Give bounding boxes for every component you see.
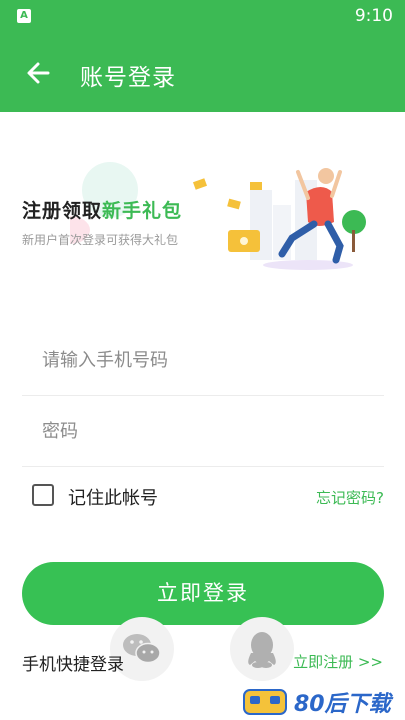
back-button[interactable] <box>22 56 56 90</box>
page-title: 账号登录 <box>80 65 176 91</box>
watermark-text: 80后下载 <box>294 692 391 717</box>
remember-label[interactable]: 记住此帐号 <box>68 484 158 510</box>
app-notification-icon: A <box>17 9 31 23</box>
register-link[interactable]: 立即注册 >> <box>293 651 383 672</box>
banner-title-part1: 注册领取 <box>22 200 103 222</box>
remember-checkbox[interactable] <box>32 484 54 506</box>
banner-title: 注册领取新手礼包 <box>22 196 182 223</box>
status-bar: A 9:10 <box>0 0 405 34</box>
quick-login-link[interactable]: 手机快捷登录 <box>22 650 124 675</box>
back-arrow-icon <box>27 62 50 84</box>
phone-input[interactable] <box>22 325 382 395</box>
qq-login-button[interactable] <box>230 617 294 681</box>
banner-subtitle: 新用户首次登录可获得大礼包 <box>22 233 179 247</box>
promo-banner: 注册领取新手礼包 新用户首次登录可获得大礼包 <box>0 150 405 280</box>
banner-title-highlight: 新手礼包 <box>102 200 183 222</box>
forgot-password-link[interactable]: 忘记密码? <box>316 487 384 508</box>
phone-field-row <box>22 325 384 396</box>
app-bar: 账号登录 <box>0 34 405 112</box>
qq-icon <box>248 632 276 668</box>
password-input[interactable] <box>22 396 382 466</box>
password-field-row <box>22 396 384 467</box>
status-time: 9:10 <box>354 6 393 26</box>
remember-row: 记住此帐号 忘记密码? <box>22 480 384 514</box>
watermark: 80后下载 <box>242 684 405 720</box>
watermark-logo-icon <box>243 689 287 715</box>
